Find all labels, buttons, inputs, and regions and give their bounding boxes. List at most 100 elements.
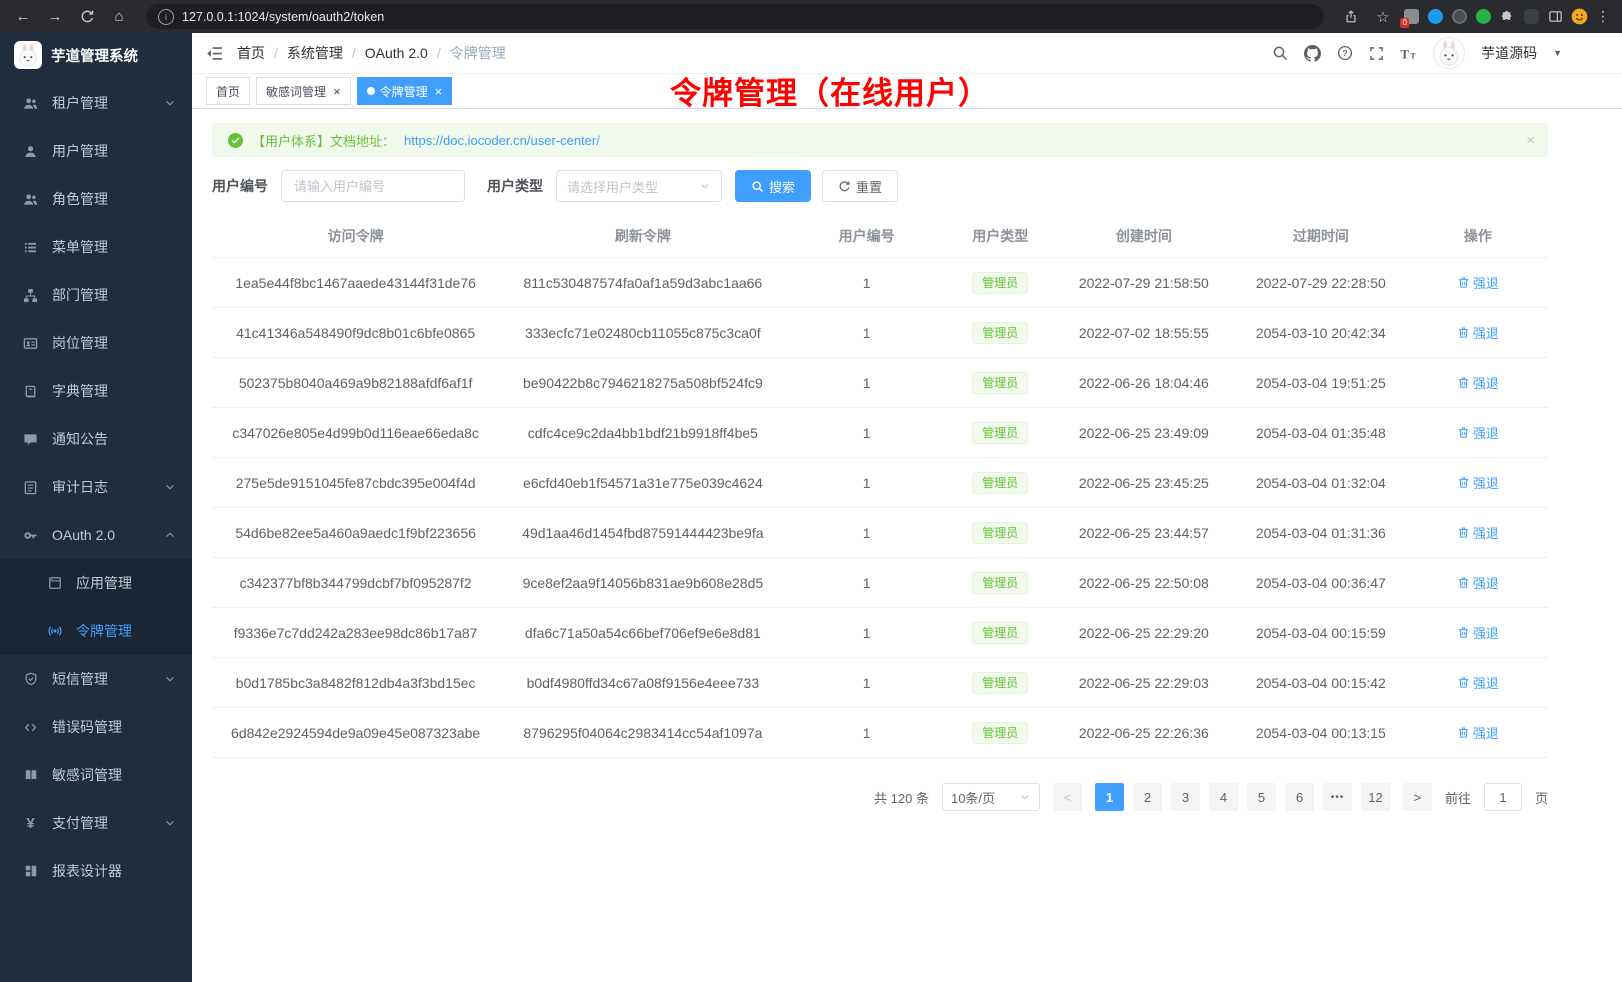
refresh-token-cell: b0df4980ffd34c67a08f9156e4eee733	[499, 658, 786, 708]
page-button-4[interactable]: 4	[1209, 783, 1238, 811]
create-time-cell: 2022-07-02 18:55:55	[1054, 308, 1234, 358]
sidebar-item-role[interactable]: 角色管理	[0, 175, 192, 223]
extension-blue-icon[interactable]	[1426, 8, 1444, 26]
app-logo[interactable]: 芋道管理系统	[0, 33, 192, 77]
tab-token[interactable]: 令牌管理×	[357, 77, 453, 105]
breadcrumb-oauth2[interactable]: OAuth 2.0	[365, 45, 428, 61]
extension-dark-icon[interactable]	[1450, 8, 1468, 26]
badge-icon	[22, 336, 39, 351]
breadcrumb-home[interactable]: 首页	[237, 43, 265, 63]
side-panel-icon[interactable]	[1546, 8, 1564, 26]
sidebar-item-oauth2-application[interactable]: 应用管理	[0, 559, 192, 607]
sidebar-item-label: 报表设计器	[52, 861, 122, 881]
access-token-cell: b0d1785bc3a8482f812db4a3f3bd15ec	[212, 658, 499, 708]
trash-icon	[1457, 376, 1470, 389]
user-avatar[interactable]	[1433, 37, 1465, 69]
force-logout-button[interactable]: 强退	[1457, 473, 1499, 492]
breadcrumb-current: 令牌管理	[450, 43, 506, 63]
font-size-icon[interactable]: TT	[1400, 45, 1417, 62]
sidebar-item-oauth2[interactable]: OAuth 2.0	[0, 511, 192, 559]
user-type-select[interactable]: 请选择用户类型	[556, 170, 722, 202]
force-logout-button[interactable]: 强退	[1457, 323, 1499, 342]
sidebar-item-sms[interactable]: 短信管理	[0, 655, 192, 703]
browser-menu-icon[interactable]: ⋮	[1594, 8, 1612, 26]
sidebar-item-pay[interactable]: ¥支付管理	[0, 799, 192, 847]
force-logout-button[interactable]: 强退	[1457, 373, 1499, 392]
sidebar-item-label: 错误码管理	[52, 717, 122, 737]
force-logout-button[interactable]: 强退	[1457, 273, 1499, 292]
force-logout-label: 强退	[1473, 523, 1499, 542]
banner-link[interactable]: https://doc.iocoder.cn/user-center/	[404, 133, 600, 148]
trash-icon	[1457, 426, 1470, 439]
back-button[interactable]: ←	[10, 4, 36, 30]
tab-close-icon[interactable]: ×	[333, 85, 341, 98]
collapse-sidebar-icon[interactable]	[206, 45, 223, 62]
caret-down-icon[interactable]: ▼	[1553, 48, 1562, 58]
tab-sensitive-word[interactable]: 敏感词管理×	[256, 77, 351, 105]
forward-button[interactable]: →	[42, 4, 68, 30]
force-logout-button[interactable]: 强退	[1457, 523, 1499, 542]
reset-button[interactable]: 重置	[822, 170, 898, 202]
prev-page-button[interactable]: <	[1053, 783, 1082, 811]
sidebar-item-label: 部门管理	[52, 285, 108, 305]
total-count: 共 120 条	[874, 788, 929, 807]
user-id-input[interactable]	[281, 170, 465, 202]
address-bar[interactable]: i 127.0.0.1:1024/system/oauth2/token	[146, 4, 1324, 29]
github-icon[interactable]	[1304, 45, 1321, 62]
refresh-icon	[838, 180, 851, 193]
trash-icon	[1457, 526, 1470, 539]
search-icon[interactable]	[1272, 45, 1288, 61]
bookmark-star-icon[interactable]: ☆	[1370, 4, 1396, 30]
sidebar-item-dict[interactable]: 字典管理	[0, 367, 192, 415]
sidebar-item-oauth2-token[interactable]: 令牌管理	[0, 607, 192, 655]
help-icon[interactable]: ?	[1337, 45, 1353, 61]
force-logout-button[interactable]: 强退	[1457, 723, 1499, 742]
breadcrumb-system[interactable]: 系统管理	[287, 43, 343, 63]
sidebar-item-tenant[interactable]: 租户管理	[0, 79, 192, 127]
tab-close-icon[interactable]: ×	[435, 85, 443, 98]
sidebar-item-report-designer[interactable]: 报表设计器	[0, 847, 192, 895]
profile-avatar[interactable]	[1570, 8, 1588, 26]
user-name[interactable]: 芋道源码	[1481, 43, 1537, 63]
search-button[interactable]: 搜索	[735, 170, 811, 202]
force-logout-button[interactable]: 强退	[1457, 623, 1499, 642]
extension-badged-icon[interactable]: 0	[1402, 8, 1420, 26]
page-button-6[interactable]: 6	[1285, 783, 1314, 811]
sidebar-item-post[interactable]: 岗位管理	[0, 319, 192, 367]
page-button-2[interactable]: 2	[1133, 783, 1162, 811]
column-header: 访问令牌	[212, 215, 499, 258]
next-page-button[interactable]: >	[1403, 783, 1432, 811]
reload-button[interactable]	[74, 4, 100, 30]
site-info-icon[interactable]: i	[158, 9, 174, 25]
tab-home[interactable]: 首页	[206, 77, 250, 105]
page-button-3[interactable]: 3	[1171, 783, 1200, 811]
sidebar-item-menu[interactable]: 菜单管理	[0, 223, 192, 271]
sidebar-item-notice[interactable]: 通知公告	[0, 415, 192, 463]
page-button-5[interactable]: 5	[1247, 783, 1276, 811]
page-size-select[interactable]: 10条/页	[942, 783, 1040, 811]
sidebar-item-dept[interactable]: 部门管理	[0, 271, 192, 319]
page-button-1[interactable]: 1	[1095, 783, 1124, 811]
sidebar-item-audit-log[interactable]: 审计日志	[0, 463, 192, 511]
expire-time-cell: 2054-03-04 00:15:59	[1234, 608, 1408, 658]
extension-green-icon[interactable]	[1474, 8, 1492, 26]
reset-button-label: 重置	[856, 177, 882, 196]
share-icon[interactable]	[1338, 4, 1364, 30]
force-logout-button[interactable]: 强退	[1457, 423, 1499, 442]
search-icon	[751, 180, 764, 193]
page-button-12[interactable]: 12	[1361, 783, 1390, 811]
sidebar-item-error-code[interactable]: 错误码管理	[0, 703, 192, 751]
sidebar-item-user[interactable]: 用户管理	[0, 127, 192, 175]
fullscreen-icon[interactable]	[1369, 46, 1384, 61]
banner-close-icon[interactable]: ×	[1526, 133, 1535, 148]
sidebar-item-sensitive-word[interactable]: 敏感词管理	[0, 751, 192, 799]
force-logout-button[interactable]: 强退	[1457, 673, 1499, 692]
extensions-puzzle-icon[interactable]	[1498, 8, 1516, 26]
extension-dark2-icon[interactable]	[1522, 8, 1540, 26]
access-token-cell: 275e5de9151045fe87cbdc395e004f4d	[212, 458, 499, 508]
goto-page-input[interactable]	[1484, 783, 1522, 811]
force-logout-button[interactable]: 强退	[1457, 573, 1499, 592]
page-more-button[interactable]: •••	[1323, 783, 1352, 811]
home-button[interactable]: ⌂	[106, 4, 132, 30]
expire-time-cell: 2054-03-10 20:42:34	[1234, 308, 1408, 358]
